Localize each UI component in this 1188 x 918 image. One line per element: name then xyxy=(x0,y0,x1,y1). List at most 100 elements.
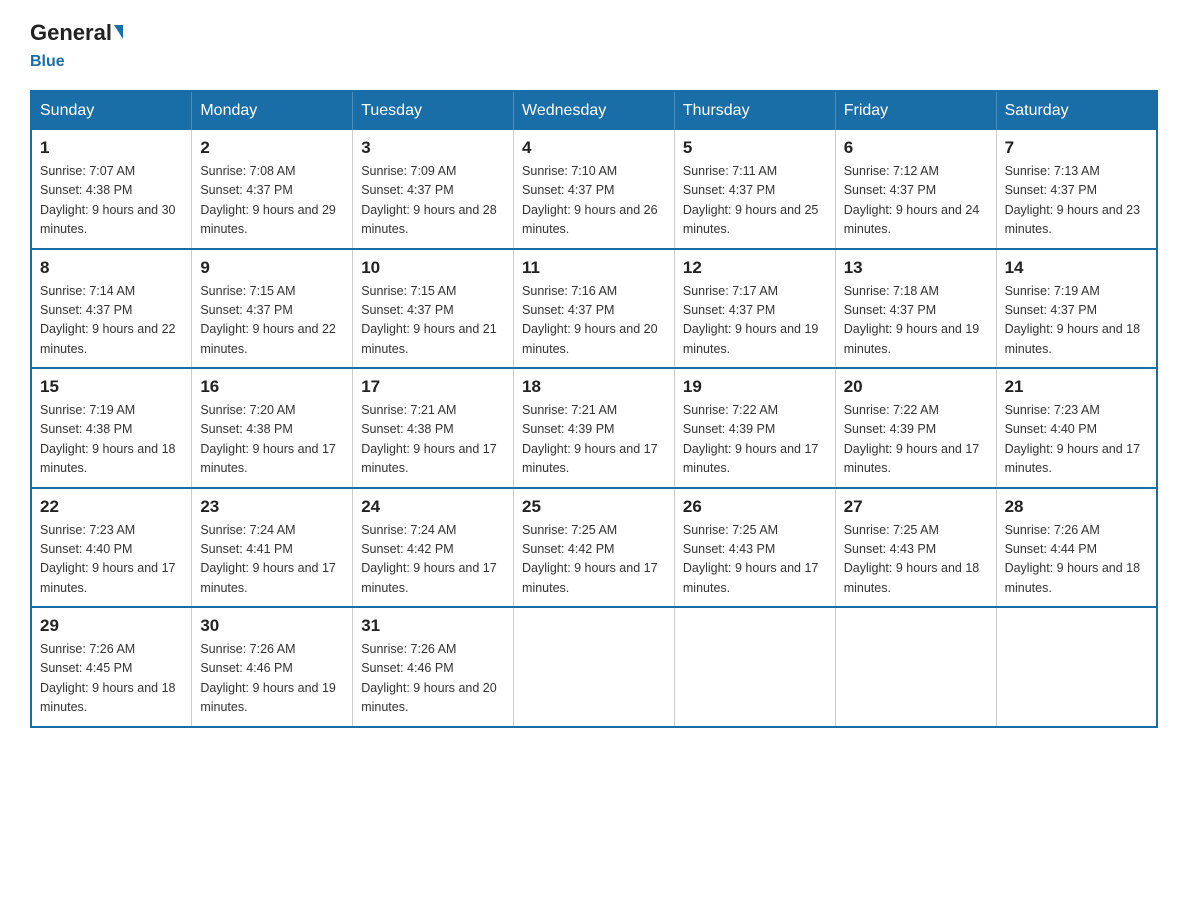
logo-triangle-icon xyxy=(114,25,123,39)
calendar-header-row: SundayMondayTuesdayWednesdayThursdayFrid… xyxy=(31,91,1157,130)
day-info: Sunrise: 7:21 AMSunset: 4:38 PMDaylight:… xyxy=(361,401,505,479)
day-number: 23 xyxy=(200,497,344,517)
day-info: Sunrise: 7:24 AMSunset: 4:41 PMDaylight:… xyxy=(200,521,344,599)
calendar-cell: 14 Sunrise: 7:19 AMSunset: 4:37 PMDayligh… xyxy=(996,249,1157,369)
day-number: 8 xyxy=(40,258,183,278)
day-number: 29 xyxy=(40,616,183,636)
day-info: Sunrise: 7:25 AMSunset: 4:43 PMDaylight:… xyxy=(683,521,827,599)
day-number: 6 xyxy=(844,138,988,158)
day-number: 10 xyxy=(361,258,505,278)
day-number: 12 xyxy=(683,258,827,278)
day-info: Sunrise: 7:10 AMSunset: 4:37 PMDaylight:… xyxy=(522,162,666,240)
day-info: Sunrise: 7:19 AMSunset: 4:38 PMDaylight:… xyxy=(40,401,183,479)
calendar-cell: 5Sunrise: 7:11 AMSunset: 4:37 PMDaylight… xyxy=(674,130,835,249)
day-info: Sunrise: 7:13 AMSunset: 4:37 PMDaylight:… xyxy=(1005,162,1148,240)
calendar-cell xyxy=(514,607,675,727)
day-info: Sunrise: 7:26 AMSunset: 4:46 PMDaylight:… xyxy=(200,640,344,718)
day-number: 25 xyxy=(522,497,666,517)
calendar-header-thursday: Thursday xyxy=(674,91,835,130)
calendar-cell: 10Sunrise: 7:15 AMSunset: 4:37 PMDayligh… xyxy=(353,249,514,369)
day-info: Sunrise: 7:25 AMSunset: 4:43 PMDaylight:… xyxy=(844,521,988,599)
day-info: Sunrise: 7:26 AMSunset: 4:45 PMDaylight:… xyxy=(40,640,183,718)
calendar-cell xyxy=(835,607,996,727)
calendar-cell: 9 Sunrise: 7:15 AMSunset: 4:37 PMDaylight… xyxy=(192,249,353,369)
calendar-cell: 18 Sunrise: 7:21 AMSunset: 4:39 PMDayligh… xyxy=(514,368,675,488)
calendar-cell: 4 Sunrise: 7:10 AMSunset: 4:37 PMDaylight… xyxy=(514,130,675,249)
calendar-cell: 25Sunrise: 7:25 AMSunset: 4:42 PMDayligh… xyxy=(514,488,675,608)
day-number: 9 xyxy=(200,258,344,278)
day-number: 21 xyxy=(1005,377,1148,397)
day-info: Sunrise: 7:09 AMSunset: 4:37 PMDaylight:… xyxy=(361,162,505,240)
day-info: Sunrise: 7:17 AMSunset: 4:37 PMDaylight:… xyxy=(683,282,827,360)
calendar-cell: 24Sunrise: 7:24 AMSunset: 4:42 PMDayligh… xyxy=(353,488,514,608)
calendar-header-wednesday: Wednesday xyxy=(514,91,675,130)
calendar-cell: 15 Sunrise: 7:19 AMSunset: 4:38 PMDayligh… xyxy=(31,368,192,488)
day-number: 2 xyxy=(200,138,344,158)
day-number: 19 xyxy=(683,377,827,397)
calendar-cell: 16 Sunrise: 7:20 AMSunset: 4:38 PMDayligh… xyxy=(192,368,353,488)
day-number: 14 xyxy=(1005,258,1148,278)
calendar-cell: 13 Sunrise: 7:18 AMSunset: 4:37 PMDayligh… xyxy=(835,249,996,369)
day-info: Sunrise: 7:26 AMSunset: 4:44 PMDaylight:… xyxy=(1005,521,1148,599)
day-number: 22 xyxy=(40,497,183,517)
day-number: 16 xyxy=(200,377,344,397)
day-info: Sunrise: 7:19 AMSunset: 4:37 PMDaylight:… xyxy=(1005,282,1148,360)
calendar-week-5: 29 Sunrise: 7:26 AMSunset: 4:45 PMDayligh… xyxy=(31,607,1157,727)
logo-text: GeneralBlue xyxy=(30,20,123,72)
calendar-cell: 6 Sunrise: 7:12 AMSunset: 4:37 PMDaylight… xyxy=(835,130,996,249)
calendar-cell: 31 Sunrise: 7:26 AMSunset: 4:46 PMDayligh… xyxy=(353,607,514,727)
calendar-header-sunday: Sunday xyxy=(31,91,192,130)
day-info: Sunrise: 7:22 AMSunset: 4:39 PMDaylight:… xyxy=(844,401,988,479)
calendar-cell: 20Sunrise: 7:22 AMSunset: 4:39 PMDayligh… xyxy=(835,368,996,488)
day-number: 17 xyxy=(361,377,505,397)
calendar-cell: 3 Sunrise: 7:09 AMSunset: 4:37 PMDaylight… xyxy=(353,130,514,249)
day-number: 11 xyxy=(522,258,666,278)
day-info: Sunrise: 7:26 AMSunset: 4:46 PMDaylight:… xyxy=(361,640,505,718)
calendar-cell: 19Sunrise: 7:22 AMSunset: 4:39 PMDayligh… xyxy=(674,368,835,488)
day-number: 15 xyxy=(40,377,183,397)
day-info: Sunrise: 7:18 AMSunset: 4:37 PMDaylight:… xyxy=(844,282,988,360)
calendar-header-monday: Monday xyxy=(192,91,353,130)
day-info: Sunrise: 7:20 AMSunset: 4:38 PMDaylight:… xyxy=(200,401,344,479)
day-info: Sunrise: 7:12 AMSunset: 4:37 PMDaylight:… xyxy=(844,162,988,240)
calendar-header-friday: Friday xyxy=(835,91,996,130)
calendar-cell: 29 Sunrise: 7:26 AMSunset: 4:45 PMDayligh… xyxy=(31,607,192,727)
calendar-cell: 21 Sunrise: 7:23 AMSunset: 4:40 PMDayligh… xyxy=(996,368,1157,488)
calendar-table: SundayMondayTuesdayWednesdayThursdayFrid… xyxy=(30,90,1158,728)
calendar-cell xyxy=(996,607,1157,727)
day-info: Sunrise: 7:11 AMSunset: 4:37 PMDaylight:… xyxy=(683,162,827,240)
calendar-cell: 2 Sunrise: 7:08 AMSunset: 4:37 PMDaylight… xyxy=(192,130,353,249)
calendar-cell: 7 Sunrise: 7:13 AMSunset: 4:37 PMDaylight… xyxy=(996,130,1157,249)
calendar-cell: 12 Sunrise: 7:17 AMSunset: 4:37 PMDayligh… xyxy=(674,249,835,369)
page-header: GeneralBlue xyxy=(30,20,1158,72)
calendar-cell: 17 Sunrise: 7:21 AMSunset: 4:38 PMDayligh… xyxy=(353,368,514,488)
day-info: Sunrise: 7:23 AMSunset: 4:40 PMDaylight:… xyxy=(40,521,183,599)
day-number: 3 xyxy=(361,138,505,158)
day-info: Sunrise: 7:23 AMSunset: 4:40 PMDaylight:… xyxy=(1005,401,1148,479)
day-number: 31 xyxy=(361,616,505,636)
day-number: 4 xyxy=(522,138,666,158)
calendar-cell: 1Sunrise: 7:07 AMSunset: 4:38 PMDaylight… xyxy=(31,130,192,249)
day-info: Sunrise: 7:14 AMSunset: 4:37 PMDaylight:… xyxy=(40,282,183,360)
calendar-week-2: 8 Sunrise: 7:14 AMSunset: 4:37 PMDaylight… xyxy=(31,249,1157,369)
day-number: 18 xyxy=(522,377,666,397)
logo-subtitle: Blue xyxy=(30,53,65,70)
day-number: 30 xyxy=(200,616,344,636)
day-number: 13 xyxy=(844,258,988,278)
day-number: 7 xyxy=(1005,138,1148,158)
calendar-cell xyxy=(674,607,835,727)
calendar-header-saturday: Saturday xyxy=(996,91,1157,130)
calendar-week-1: 1Sunrise: 7:07 AMSunset: 4:38 PMDaylight… xyxy=(31,130,1157,249)
day-info: Sunrise: 7:16 AMSunset: 4:37 PMDaylight:… xyxy=(522,282,666,360)
day-number: 28 xyxy=(1005,497,1148,517)
calendar-cell: 22 Sunrise: 7:23 AMSunset: 4:40 PMDayligh… xyxy=(31,488,192,608)
day-info: Sunrise: 7:21 AMSunset: 4:39 PMDaylight:… xyxy=(522,401,666,479)
day-info: Sunrise: 7:15 AMSunset: 4:37 PMDaylight:… xyxy=(200,282,344,360)
logo: GeneralBlue xyxy=(30,20,123,72)
calendar-header-tuesday: Tuesday xyxy=(353,91,514,130)
day-info: Sunrise: 7:07 AMSunset: 4:38 PMDaylight:… xyxy=(40,162,183,240)
day-info: Sunrise: 7:08 AMSunset: 4:37 PMDaylight:… xyxy=(200,162,344,240)
calendar-cell: 30 Sunrise: 7:26 AMSunset: 4:46 PMDayligh… xyxy=(192,607,353,727)
calendar-cell: 8 Sunrise: 7:14 AMSunset: 4:37 PMDaylight… xyxy=(31,249,192,369)
calendar-cell: 28 Sunrise: 7:26 AMSunset: 4:44 PMDayligh… xyxy=(996,488,1157,608)
